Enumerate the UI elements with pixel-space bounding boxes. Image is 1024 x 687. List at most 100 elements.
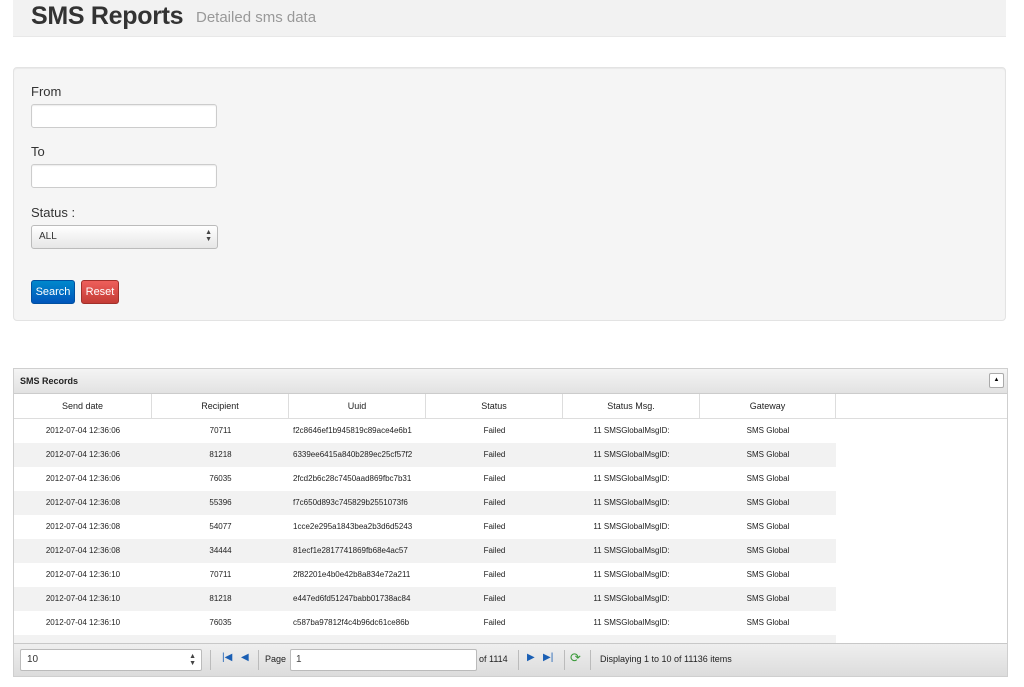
cell-status: Failed	[483, 450, 506, 459]
cell-status: Failed	[483, 522, 506, 531]
pager-separator	[564, 650, 565, 670]
pager-separator	[210, 650, 211, 670]
cell-uuid: 6339ee6415a840b289ec25cf57f2	[293, 450, 413, 459]
column-header-uuid[interactable]: Uuid	[289, 394, 426, 418]
cell-recipient: 70711	[209, 426, 232, 435]
table-row[interactable]: 2012-07-04 12:36:10 76035 c587ba97812f4c…	[14, 611, 836, 635]
cell-uuid: 81ecf1e2817741869fb68e4ac57	[293, 546, 408, 555]
collapse-icon[interactable]: ▲	[989, 373, 1004, 388]
table-row[interactable]: 2012-07-04 12:36:10 81218 e447ed6fd51247…	[14, 587, 836, 611]
table-row[interactable]: 2012-07-04 12:36:06 81218 6339ee6415a840…	[14, 443, 836, 467]
prev-page-icon[interactable]: ◀	[241, 652, 249, 664]
cell-gateway: SMS Global	[746, 618, 790, 627]
table-row[interactable]: 2012-07-04 12:36:06 76035 2fcd2b6c28c745…	[14, 467, 836, 491]
cell-status-msg: 11 SMSGlobalMsgID:	[593, 522, 670, 531]
status-label: Status :	[31, 205, 76, 220]
cell-status-msg: 11 SMSGlobalMsgID:	[593, 618, 670, 627]
cell-gateway: SMS Global	[746, 546, 790, 555]
select-arrows-icon: ▲ ▼	[189, 653, 196, 667]
cell-recipient: 81218	[209, 450, 232, 459]
table-row[interactable]: 2012-07-04 12:36:10 55396 05a1ec745ed245…	[14, 635, 836, 643]
cell-send-date: 2012-07-04 12:36:08	[45, 546, 121, 555]
cell-status: Failed	[483, 474, 506, 483]
status-select-value: ALL	[39, 231, 57, 242]
cell-uuid: 05a1ec745ed24518864a80cf3ce	[289, 635, 426, 643]
cell-send-date: 2012-07-04 12:36:10	[45, 570, 121, 579]
cell-gateway: SMS Global	[746, 474, 790, 483]
cell-uuid: f2c8646ef1b945819c89ace4e6b1	[293, 426, 412, 435]
column-header-status[interactable]: Status	[426, 394, 563, 418]
cell-send-date: 2012-07-04 12:36:10	[14, 635, 152, 643]
cell-send-date: 2012-07-04 12:36:06	[45, 450, 121, 459]
cell-recipient: 55396	[209, 498, 232, 507]
page-number-input[interactable]: 1	[290, 649, 477, 671]
grid-title: SMS Records	[20, 376, 79, 386]
page-number-value: 1	[296, 654, 302, 665]
cell-status: Failed	[483, 570, 506, 579]
column-header-status-msg[interactable]: Status Msg.	[563, 394, 700, 418]
cell-recipient: 34444	[209, 546, 232, 555]
from-date-input[interactable]	[31, 104, 217, 128]
grid-title-bar: SMS Records ▲	[14, 369, 1007, 394]
table-row[interactable]: 2012-07-04 12:36:10 70711 2f82201e4b0e42…	[14, 563, 836, 587]
refresh-icon[interactable]: ⟳	[570, 650, 581, 666]
cell-status-msg: 11 SMSGlobalMsgID:	[593, 450, 670, 459]
pager-separator	[518, 650, 519, 670]
cell-send-date: 2012-07-04 12:36:08	[45, 498, 121, 507]
cell-status-msg: 11 SMSGlobalMsgID:	[593, 498, 670, 507]
cell-recipient: 81218	[209, 594, 232, 603]
cell-gateway: SMS Global	[746, 570, 790, 579]
page-title: SMS Reports	[31, 2, 184, 30]
last-page-icon[interactable]: ▶|	[543, 652, 553, 664]
cell-status: Failed	[483, 498, 506, 507]
cell-status-msg: 11 SMSGlobalMsgID:	[593, 474, 670, 483]
display-info: Displaying 1 to 10 of 11136 items	[600, 654, 732, 664]
cell-gateway: SMS Global	[700, 635, 836, 643]
table-row[interactable]: 2012-07-04 12:36:06 70711 f2c8646ef1b945…	[14, 419, 836, 443]
sms-records-grid: SMS Records ▲ Send date Recipient Uuid S…	[13, 368, 1008, 677]
first-page-icon[interactable]: |◀	[222, 652, 232, 664]
pager-bar: 10 ▲ ▼ |◀ ◀ Page 1 of 1114 ▶ ▶| ⟳ Display…	[14, 643, 1007, 676]
cell-uuid: e447ed6fd51247babb01738ac84	[293, 594, 411, 603]
cell-gateway: SMS Global	[746, 450, 790, 459]
column-header-recipient[interactable]: Recipient	[152, 394, 289, 418]
page-header: SMS Reports Detailed sms data	[13, 0, 1006, 37]
table-row[interactable]: 2012-07-04 12:36:08 54077 1cce2e295a1843…	[14, 515, 836, 539]
cell-recipient: 54077	[209, 522, 232, 531]
cell-status: Failed	[483, 426, 506, 435]
reset-button[interactable]: Reset	[81, 280, 119, 304]
cell-uuid: 2f82201e4b0e42b8a834e72a211	[293, 570, 411, 579]
cell-status-msg: 11 SMSGlobalMsgID:	[593, 594, 670, 603]
search-button[interactable]: Search	[31, 280, 75, 304]
cell-recipient: 76035	[209, 618, 232, 627]
status-select[interactable]: ALL ▲ ▼	[31, 225, 218, 249]
table-row[interactable]: 2012-07-04 12:36:08 34444 81ecf1e2817741…	[14, 539, 836, 563]
cell-recipient: 70711	[209, 570, 232, 579]
filter-panel: From To Status : ALL ▲ ▼ Search Reset	[13, 67, 1006, 321]
cell-status-msg: 11 SMSGlobalMsgID:	[563, 635, 700, 643]
column-header-send-date[interactable]: Send date	[14, 394, 152, 418]
cell-recipient: 55396	[152, 635, 289, 643]
cell-send-date: 2012-07-04 12:36:06	[45, 426, 121, 435]
page-label: Page	[265, 654, 287, 664]
page-size-select[interactable]: 10 ▲ ▼	[20, 649, 202, 671]
cell-recipient: 76035	[209, 474, 232, 483]
cell-status: Failed	[483, 546, 506, 555]
cell-gateway: SMS Global	[746, 522, 790, 531]
cell-uuid: 2fcd2b6c28c7450aad869fbc7b31	[293, 474, 412, 483]
table-row[interactable]: 2012-07-04 12:36:08 55396 f7c650d893c745…	[14, 491, 836, 515]
cell-uuid: 1cce2e295a1843bea2b3d6d5243	[293, 522, 413, 531]
next-page-icon[interactable]: ▶	[527, 652, 535, 664]
grid-header-row: Send date Recipient Uuid Status Status M…	[14, 394, 1007, 419]
column-header-gateway[interactable]: Gateway	[700, 394, 836, 418]
cell-send-date: 2012-07-04 12:36:10	[45, 618, 121, 627]
to-date-input[interactable]	[31, 164, 217, 188]
cell-status: Failed	[483, 594, 506, 603]
cell-status-msg: 11 SMSGlobalMsgID:	[593, 570, 670, 579]
cell-uuid: c587ba97812f4c4b96dc61ce86b	[293, 618, 410, 627]
cell-status-msg: 11 SMSGlobalMsgID:	[593, 546, 670, 555]
cell-send-date: 2012-07-04 12:36:08	[45, 522, 121, 531]
from-label: From	[31, 84, 62, 99]
select-arrows-icon: ▲ ▼	[205, 229, 212, 243]
grid-body[interactable]: 2012-07-04 12:36:06 70711 f2c8646ef1b945…	[14, 419, 1007, 643]
